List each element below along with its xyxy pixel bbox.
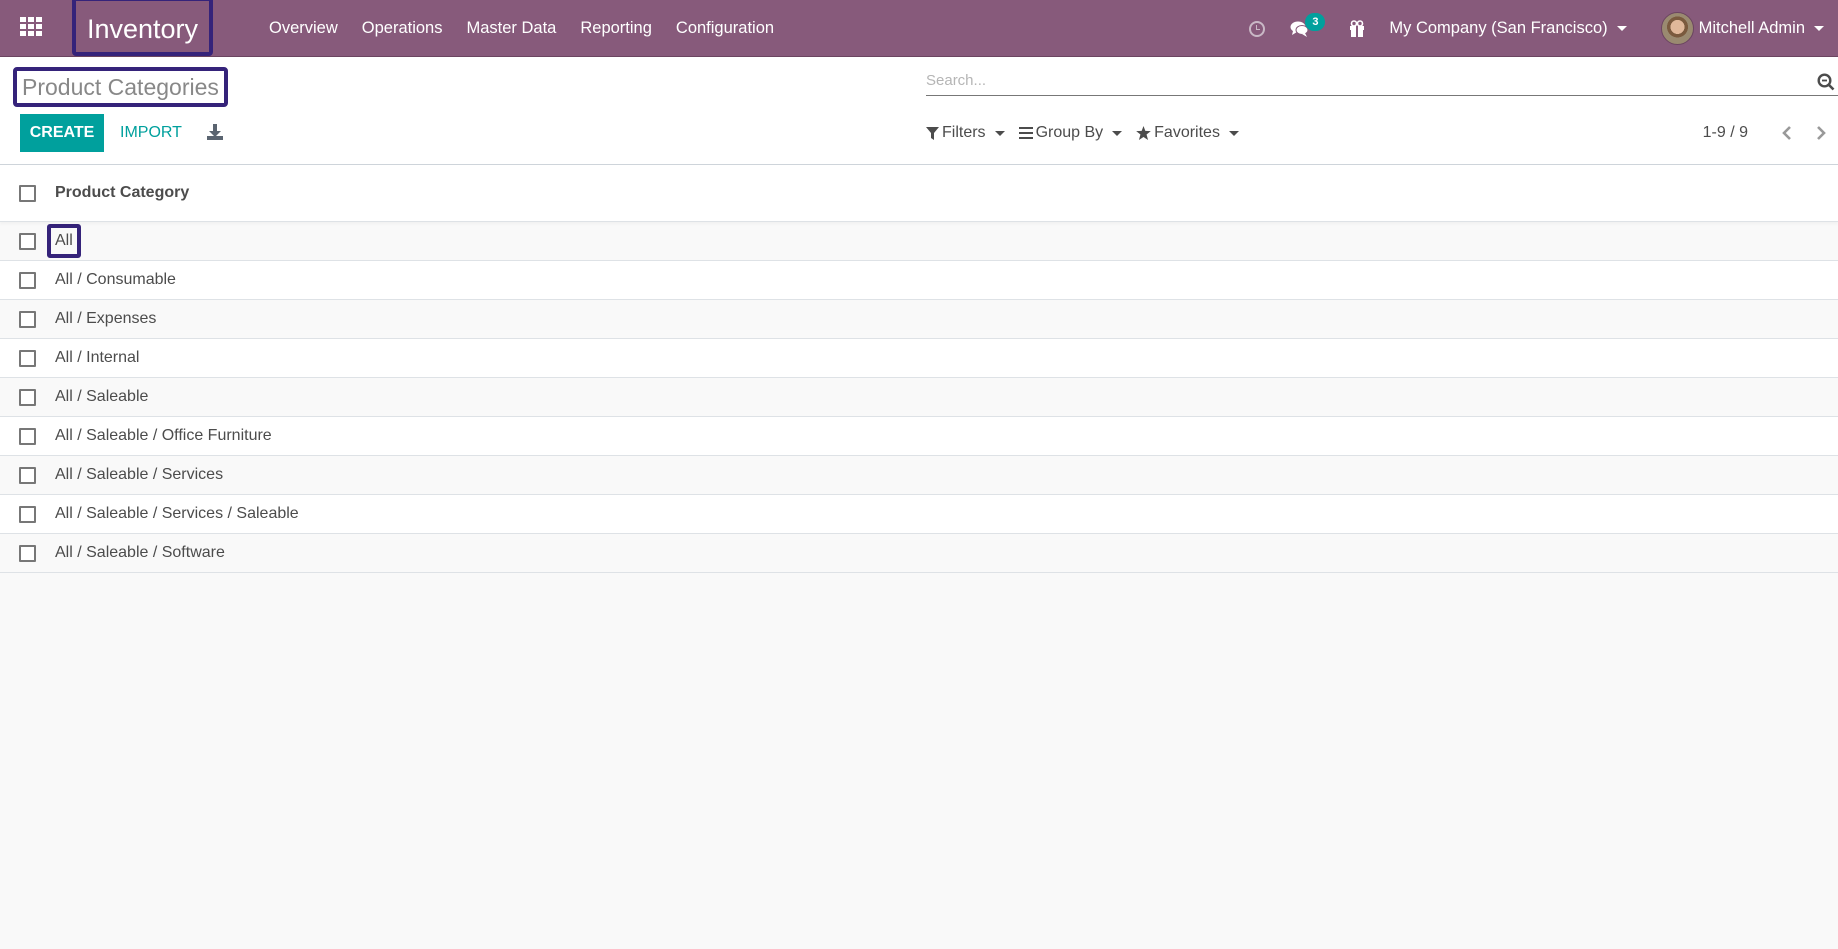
filter-icon	[926, 126, 939, 140]
main-menu: Overview Operations Master Data Reportin…	[257, 0, 786, 57]
message-count-badge: 3	[1305, 13, 1326, 31]
search-options: Filters Group By Favorites	[926, 119, 1253, 147]
table-row[interactable]: All / Saleable / Office Furniture	[0, 417, 1838, 456]
pager-previous-button[interactable]	[1770, 119, 1804, 147]
app-brand[interactable]: Inventory	[72, 0, 213, 56]
table-row[interactable]: All / Saleable / Services	[0, 456, 1838, 495]
avatar	[1660, 12, 1694, 45]
table-row[interactable]: All / Expenses	[0, 300, 1838, 339]
table-row[interactable]: All / Consumable	[0, 261, 1838, 300]
systray: 3 My Company (San Francisco) Mitchell Ad…	[1235, 0, 1838, 57]
table-row[interactable]: All / Saleable / Services / Saleable	[0, 495, 1838, 534]
favorites-dropdown[interactable]: Favorites	[1136, 124, 1239, 142]
list-header: Product Category	[0, 165, 1838, 222]
column-header-product-category[interactable]: Product Category	[55, 184, 189, 202]
group-by-dropdown[interactable]: Group By	[1018, 124, 1123, 142]
menu-configuration[interactable]: Configuration	[664, 0, 786, 57]
search-icon[interactable]	[1817, 73, 1835, 91]
category-name: All / Expenses	[55, 310, 157, 327]
favorites-label: Favorites	[1154, 124, 1220, 141]
user-name: Mitchell Admin	[1698, 19, 1805, 37]
row-checkbox[interactable]	[19, 466, 36, 484]
pager-value[interactable]: 1-9 / 9	[1703, 124, 1748, 142]
create-button[interactable]: CREATE	[20, 114, 104, 152]
messages-button[interactable]: 3	[1279, 0, 1335, 57]
menu-operations[interactable]: Operations	[350, 0, 455, 57]
search-bar	[926, 65, 1838, 96]
menu-overview[interactable]: Overview	[257, 0, 350, 57]
list-icon	[1018, 127, 1033, 139]
row-checkbox[interactable]	[19, 349, 36, 367]
category-name: All / Saleable / Software	[55, 544, 225, 561]
gift-button[interactable]	[1335, 0, 1379, 57]
caret-down-icon	[994, 130, 1005, 136]
filters-label: Filters	[942, 124, 986, 141]
clock-icon	[1249, 20, 1266, 37]
category-name: All / Saleable / Services	[55, 466, 224, 483]
apps-grid-icon[interactable]	[20, 17, 42, 37]
caret-down-icon	[1112, 130, 1123, 136]
pager: 1-9 / 9	[1703, 119, 1838, 147]
table-row[interactable]: All / Saleable / Software	[0, 534, 1838, 573]
menu-reporting[interactable]: Reporting	[568, 0, 664, 57]
menu-master-data[interactable]: Master Data	[454, 0, 568, 57]
table-row[interactable]: All	[0, 222, 1838, 261]
table-row[interactable]: All / Internal	[0, 339, 1838, 378]
category-name: All / Saleable / Services / Saleable	[55, 505, 299, 522]
page-title: Product Categories	[13, 67, 228, 107]
pager-next-button[interactable]	[1804, 119, 1838, 147]
company-name: My Company (San Francisco)	[1389, 19, 1608, 37]
row-checkbox[interactable]	[19, 310, 36, 328]
search-input[interactable]	[926, 65, 1786, 95]
product-category-list: Product Category All All / Consumable Al…	[0, 165, 1838, 573]
group-by-label: Group By	[1035, 124, 1104, 141]
row-checkbox[interactable]	[19, 232, 36, 250]
table-row[interactable]: All / Saleable	[0, 378, 1838, 417]
caret-down-icon	[1616, 26, 1627, 31]
import-button[interactable]: IMPORT	[114, 114, 188, 152]
caret-down-icon	[1814, 26, 1824, 31]
top-navbar: Inventory Overview Operations Master Dat…	[0, 0, 1838, 57]
category-name: All / Saleable / Office Furniture	[55, 427, 272, 444]
company-switcher[interactable]: My Company (San Francisco)	[1389, 19, 1640, 38]
row-checkbox[interactable]	[19, 271, 36, 289]
caret-down-icon	[1228, 130, 1239, 136]
download-button[interactable]	[206, 123, 226, 143]
star-icon	[1136, 126, 1151, 140]
gift-icon	[1350, 19, 1365, 37]
filters-dropdown[interactable]: Filters	[926, 124, 1005, 142]
download-icon	[207, 124, 223, 140]
chevron-right-icon	[1817, 126, 1826, 140]
category-name: All / Internal	[55, 349, 140, 366]
activity-button[interactable]	[1235, 0, 1279, 57]
control-panel: Product Categories CREATE IMPORT Filters…	[0, 57, 1838, 165]
row-checkbox[interactable]	[19, 388, 36, 406]
row-checkbox[interactable]	[19, 544, 36, 562]
select-all-checkbox[interactable]	[19, 184, 36, 202]
row-checkbox[interactable]	[19, 427, 36, 445]
row-checkbox[interactable]	[19, 505, 36, 523]
category-name: All / Consumable	[55, 271, 176, 288]
category-name: All	[47, 224, 81, 258]
user-menu[interactable]: Mitchell Admin	[1660, 12, 1838, 45]
category-name: All / Saleable	[55, 388, 149, 405]
chevron-left-icon	[1782, 126, 1791, 140]
